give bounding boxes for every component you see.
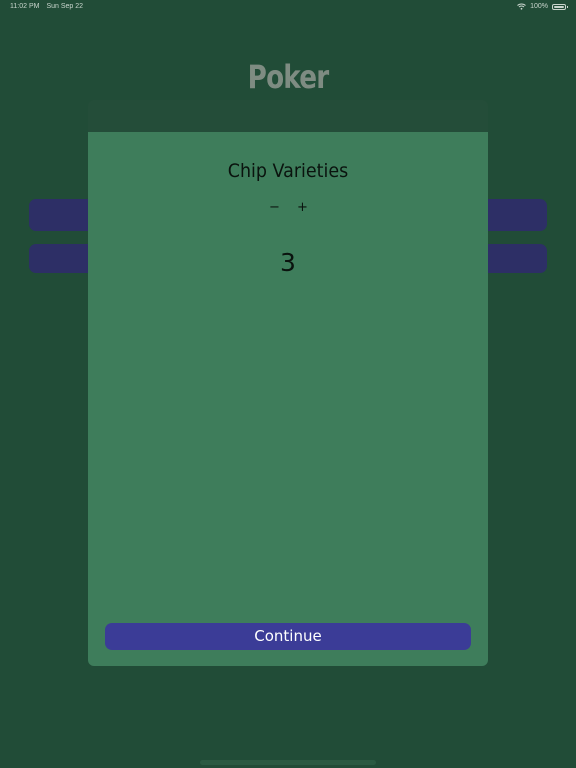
sheet-shadow bbox=[88, 100, 488, 132]
decrement-button[interactable]: − bbox=[269, 200, 280, 216]
app-title: Poker bbox=[247, 58, 329, 96]
battery-icon bbox=[552, 3, 568, 10]
status-time: 11:02 PM bbox=[10, 3, 40, 10]
status-date: Sun Sep 22 bbox=[46, 3, 84, 10]
chip-varieties-value: 3 bbox=[280, 248, 296, 277]
chip-varieties-modal: Chip Varieties − + 3 Continue bbox=[88, 132, 488, 666]
wifi-icon bbox=[517, 3, 526, 10]
status-left: 11:02 PM Sun Sep 22 bbox=[10, 3, 83, 10]
chip-varieties-stepper: − + bbox=[88, 200, 488, 216]
continue-button[interactable]: Continue bbox=[105, 623, 471, 650]
modal-title: Chip Varieties bbox=[227, 160, 349, 182]
status-right: 100% bbox=[517, 3, 568, 10]
battery-percent: 100% bbox=[530, 3, 548, 10]
status-bar: 11:02 PM Sun Sep 22 100% bbox=[0, 0, 576, 14]
home-indicator[interactable] bbox=[200, 760, 376, 765]
increment-button[interactable]: + bbox=[297, 200, 308, 216]
